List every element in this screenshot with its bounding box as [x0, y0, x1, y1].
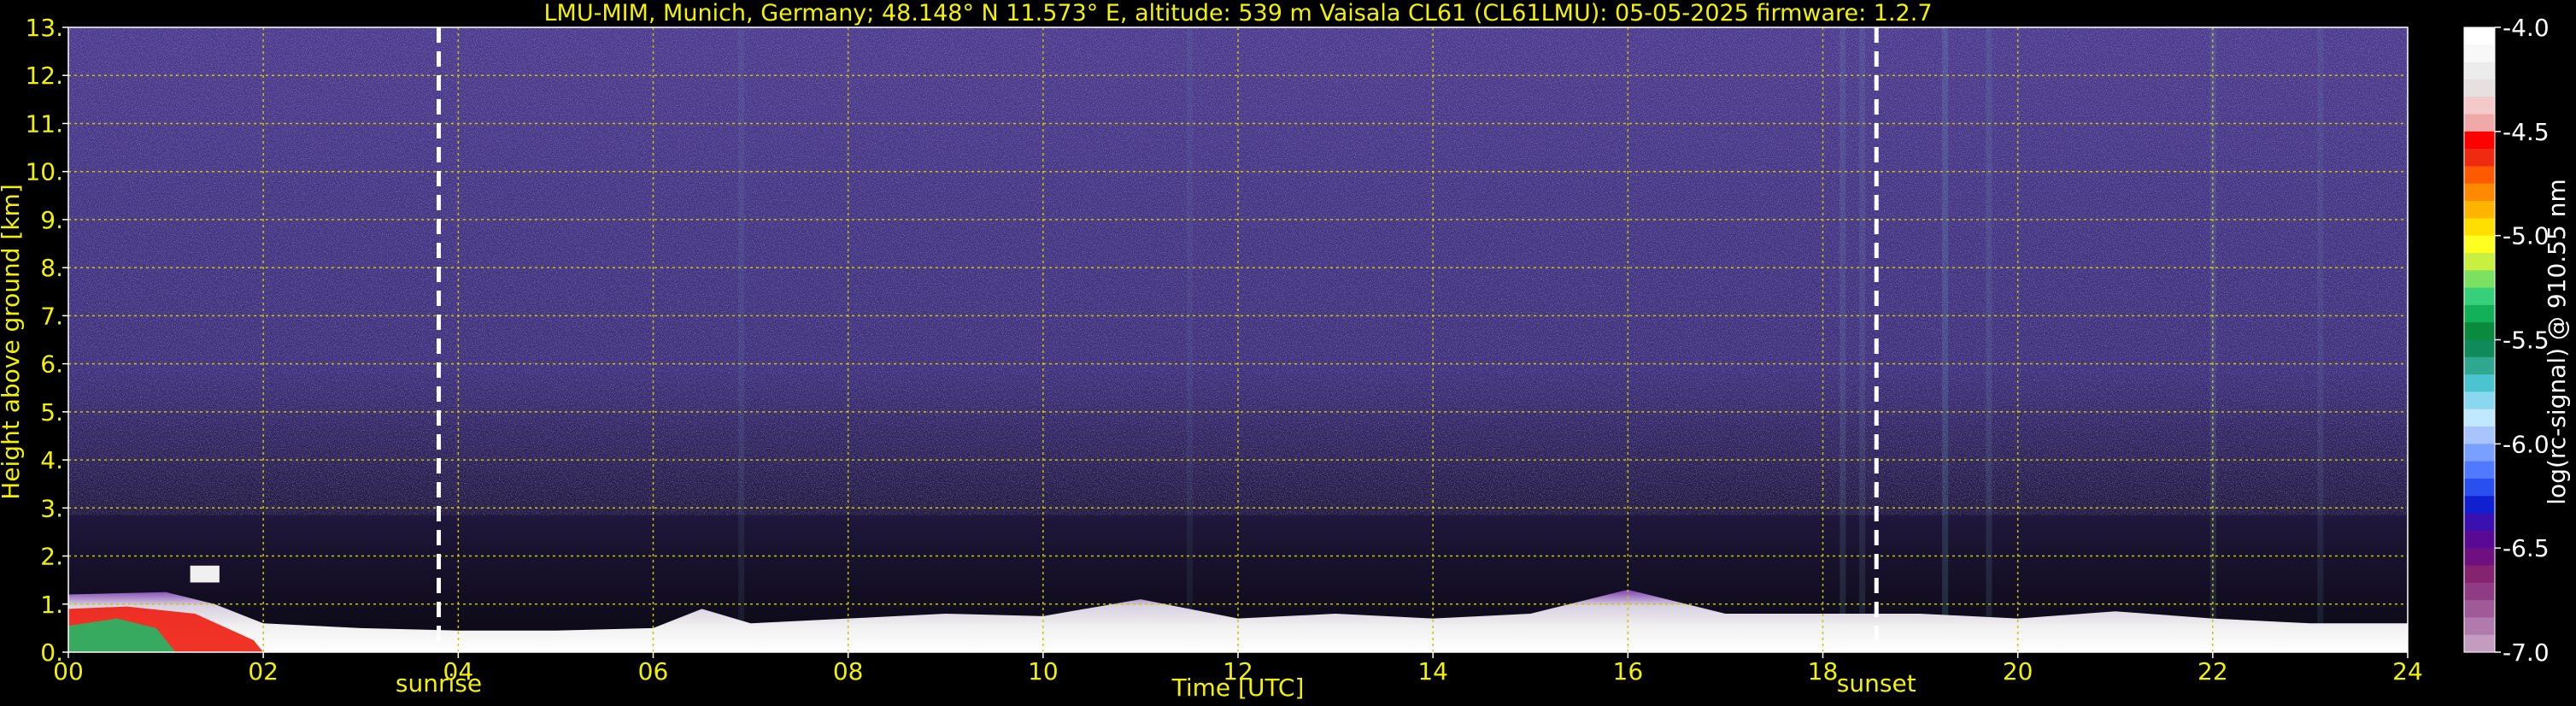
colorbar-segment	[2464, 339, 2495, 358]
colorbar-segment	[2464, 62, 2495, 80]
y-tick-label: 10.	[25, 158, 63, 186]
signal-streak	[1859, 27, 1866, 652]
elevated-layer	[190, 565, 220, 583]
colorbar-tick-label: -4.0	[2503, 14, 2550, 42]
x-tick-label: 20	[2003, 657, 2033, 685]
colorbar-segment	[2464, 478, 2495, 497]
colorbar-segment	[2464, 27, 2495, 45]
signal-streak	[1840, 27, 1846, 652]
colorbar-segment	[2464, 444, 2495, 462]
colorbar-segment	[2464, 218, 2495, 237]
colorbar-segment	[2464, 409, 2495, 427]
colorbar-segment	[2464, 252, 2495, 271]
x-tick-label: 08	[833, 657, 864, 685]
signal-streak	[1986, 27, 1992, 652]
x-tick-label: 04	[443, 657, 474, 685]
y-axis-label: Height above ground [km]	[0, 184, 25, 500]
y-tick-label: 2.	[40, 543, 63, 571]
colorbar-segment	[2464, 322, 2495, 341]
colorbar-tick-label: -6.5	[2503, 534, 2550, 562]
colorbar-tick-label: -7.0	[2503, 638, 2550, 667]
y-tick-label: 6.	[40, 350, 63, 379]
colorbar-segment	[2464, 391, 2495, 410]
colorbar-segment	[2464, 461, 2495, 479]
colorbar-segment	[2464, 427, 2495, 444]
y-tick-label: 9.	[40, 206, 63, 234]
y-tick-label: 12.	[25, 62, 63, 90]
colorbar-segment	[2464, 287, 2495, 306]
x-tick-label: 02	[248, 657, 279, 685]
colorbar-segment	[2464, 496, 2495, 515]
y-tick-label: 11.	[25, 109, 63, 138]
x-tick-label: 22	[2198, 657, 2228, 685]
signal-streak	[1186, 27, 1193, 652]
colorbar-segment	[2464, 114, 2495, 132]
colorbar-segment	[2464, 131, 2495, 150]
colorbar-segment	[2464, 600, 2495, 618]
x-tick-label: 10	[1028, 657, 1059, 685]
colorbar-label: log(rc-signal) @ 910.55 nm	[2543, 179, 2571, 504]
colorbar-segment	[2464, 183, 2495, 202]
colorbar-segment	[2464, 513, 2495, 532]
y-tick-label: 13.	[25, 14, 63, 42]
colorbar-segment	[2464, 270, 2495, 289]
x-axis-label: Time [UTC]	[1171, 674, 1305, 702]
colorbar-segment	[2464, 79, 2495, 97]
y-tick-label: 8.	[40, 254, 63, 282]
signal-streak	[1942, 27, 1949, 652]
y-tick-label: 1.	[40, 591, 63, 619]
y-tick-label: 4.	[40, 446, 63, 474]
signal-streak	[2317, 27, 2324, 652]
colorbar-segment	[2464, 97, 2495, 115]
x-tick-label: 00	[53, 657, 84, 685]
colorbar-segment	[2464, 304, 2495, 323]
x-tick-label: 16	[1613, 657, 1644, 685]
colorbar-segment	[2464, 530, 2495, 549]
signal-streak	[738, 27, 745, 652]
colorbar-segment	[2464, 201, 2495, 219]
x-tick-label: 06	[638, 657, 669, 685]
colorbar-segment	[2464, 617, 2495, 636]
ceilometer-chart: sunrise sunset0.1.2.3.4.5.6.7.8.9.10.11.1…	[0, 0, 2571, 702]
y-tick-label: 7.	[40, 302, 63, 330]
y-tick-label: 5.	[40, 398, 63, 427]
x-tick-label: 18	[1808, 657, 1839, 685]
colorbar-segment	[2464, 634, 2495, 653]
colorbar-segment	[2464, 548, 2495, 567]
chart-title: LMU-MIM, Munich, Germany; 48.148° N 11.5…	[543, 0, 1932, 26]
y-tick-label: 3.	[40, 494, 63, 522]
colorbar-segment	[2464, 166, 2495, 185]
colorbar-segment	[2464, 235, 2495, 254]
colorbar-segment	[2464, 149, 2495, 168]
x-tick-label: 24	[2392, 657, 2423, 685]
colorbar-segment	[2464, 356, 2495, 375]
colorbar-segment	[2464, 582, 2495, 601]
marker-label-sunset: sunset	[1837, 669, 1916, 697]
colorbar-segment	[2464, 565, 2495, 584]
colorbar-tick-label: -4.5	[2503, 118, 2550, 146]
colorbar-segment	[2464, 374, 2495, 393]
colorbar: -4.0-4.5-5.0-5.5-6.0-6.5-7.0	[2463, 14, 2550, 667]
x-tick-label: 14	[1417, 657, 1448, 685]
colorbar-segment	[2464, 44, 2495, 63]
